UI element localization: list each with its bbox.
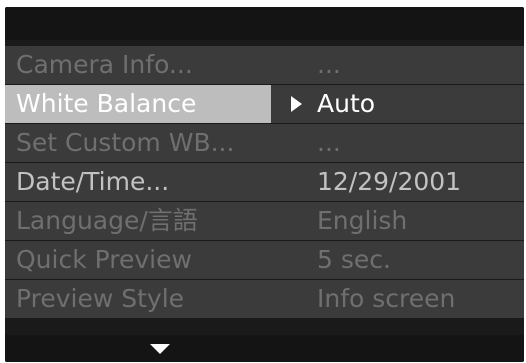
camera-screen: Camera Info... ... White Balance Auto Se… — [0, 0, 526, 363]
menu-item-value: ... — [317, 50, 341, 79]
menu-item-white-balance[interactable]: White Balance Auto — [5, 85, 524, 123]
menu-item-label: White Balance — [16, 89, 197, 118]
settings-menu: Camera Info... ... White Balance Auto Se… — [5, 46, 524, 319]
menu-item-label: Camera Info... — [16, 50, 193, 79]
settings-menu-panel: Camera Info... ... White Balance Auto Se… — [5, 7, 524, 362]
menu-item-label: Set Custom WB... — [16, 128, 235, 157]
menu-item-label: Preview Style — [16, 284, 185, 313]
menu-item-label: Language/言語 — [16, 206, 198, 235]
menu-item-language[interactable]: Language/言語 English — [5, 202, 524, 240]
top-bar — [5, 7, 524, 40]
scroll-down-icon[interactable] — [150, 344, 170, 354]
menu-item-value: ... — [317, 128, 341, 157]
menu-item-value: 12/29/2001 — [317, 167, 462, 196]
menu-item-camera-info[interactable]: Camera Info... ... — [5, 46, 524, 84]
arrow-right-icon — [291, 96, 302, 112]
bottom-bar — [5, 335, 524, 362]
menu-item-value: Auto — [317, 89, 376, 118]
menu-item-label: Quick Preview — [16, 245, 192, 274]
menu-item-set-custom-wb[interactable]: Set Custom WB... ... — [5, 124, 524, 162]
menu-item-date-time[interactable]: Date/Time... 12/29/2001 — [5, 163, 524, 201]
menu-item-label: Date/Time... — [16, 167, 170, 196]
menu-item-value: Info screen — [317, 284, 456, 313]
menu-item-value: 5 sec. — [317, 245, 391, 274]
menu-item-preview-style[interactable]: Preview Style Info screen — [5, 280, 524, 318]
menu-item-quick-preview[interactable]: Quick Preview 5 sec. — [5, 241, 524, 279]
menu-item-value: English — [317, 206, 408, 235]
